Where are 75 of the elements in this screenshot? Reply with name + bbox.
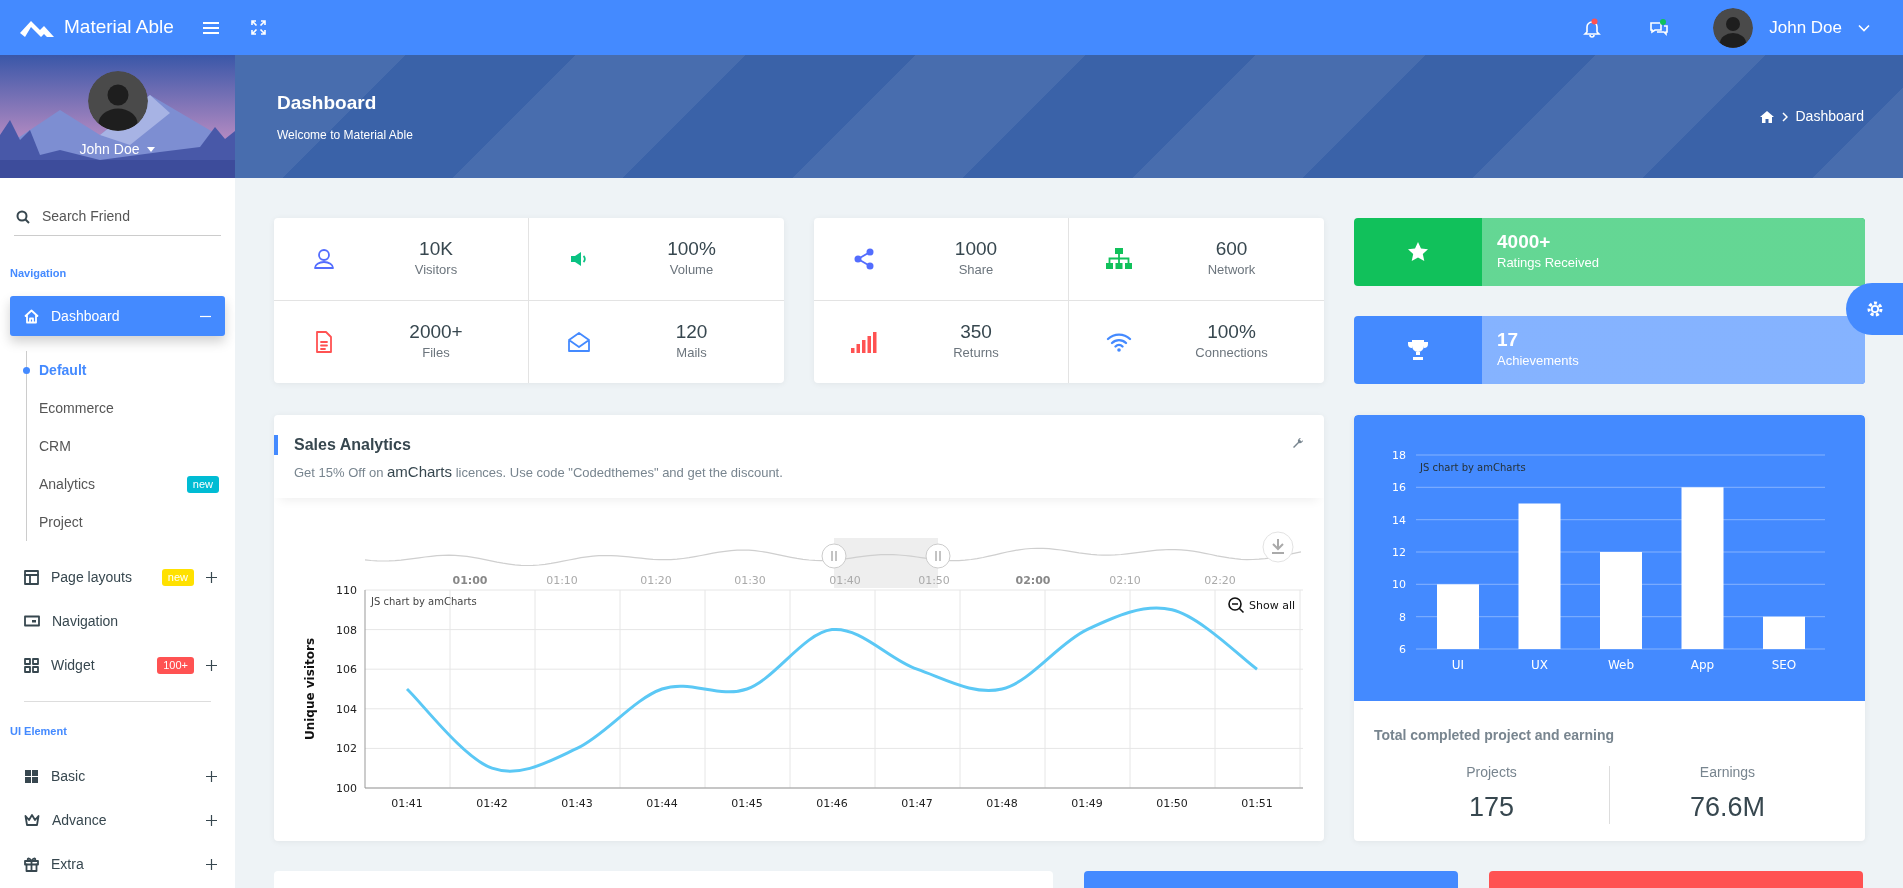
axis-label: 110 [336,583,357,597]
navigator-label: 01:30 [734,573,766,587]
stat-label: Returns [952,344,1000,363]
axis-label: 104 [336,702,357,716]
axis-label: 01:44 [646,796,678,810]
axis-label: 01:50 [1156,796,1188,810]
stat-label: Share [957,261,995,280]
badge: new [186,475,219,493]
axis-label: App [1690,658,1715,672]
section-label: UI Element [9,724,68,739]
axis-label: 01:51 [1241,796,1273,810]
axis-title: Unique visitors [303,637,317,740]
navigator-label: 01:00 [452,573,488,587]
axis-label: 16 [1392,481,1406,495]
metric-label: Earnings [1698,763,1757,782]
stat-label: Network [1206,261,1257,280]
section-label: Navigation [9,266,68,281]
navigator-label: 01:20 [640,573,672,587]
stat-value: 10K [418,237,454,261]
axis-label: 102 [336,741,357,755]
navigator-label: 01:40 [829,573,861,587]
stat-value: 1000 [953,237,999,261]
navigator-label: 01:50 [918,573,950,587]
axis-label: 18 [1392,449,1406,462]
stat-value: 350 [959,320,993,344]
stat-label: Mails [675,344,708,363]
metric-value: 76.6M [1688,791,1766,824]
axis-label: UX [1531,658,1548,672]
axis-label: 106 [336,662,357,676]
brand-name: Material Able [64,15,174,40]
stat-label: Files [421,344,451,363]
axis-label: 01:49 [1071,796,1103,810]
axis-label: 100 [336,781,357,795]
page-subtitle: Welcome to Material Able [277,126,413,144]
axis-label: 12 [1392,546,1406,559]
page-title: Dashboard [277,91,378,116]
axis-label: 01:42 [476,796,508,810]
highlight-label: Achievements [1497,351,1580,370]
stat-label: Connections [1194,344,1269,363]
badge: new [161,568,194,586]
navigator-label: 02:10 [1109,573,1141,587]
highlight-value: 4000+ [1497,231,1552,253]
stat-value: 600 [1214,237,1249,261]
axis-label: 8 [1399,610,1406,624]
stat-value: 120 [674,320,709,344]
axis-label: UI [1451,658,1465,672]
navigator-label: 01:10 [546,573,578,587]
navigator-label: 02:20 [1204,573,1236,587]
card-note: Get 15% Off on amCharts licences. Use code "Codedthemes" and get the discount. [293,462,784,482]
axis-label: 01:45 [731,796,763,810]
stat-label: Volume [668,261,715,280]
axis-label: 01:48 [986,796,1018,810]
axis-label: Web [1607,658,1635,672]
metric-value: 175 [1467,791,1516,824]
stat-value: 2000+ [408,320,464,344]
axis-label: 01:43 [561,796,593,810]
chart-credit: JS chart by amCharts [371,595,477,607]
axis-label: SEO [1771,658,1797,672]
chart-credit: JS chart by amCharts [1420,462,1526,473]
axis-label: 01:47 [901,796,933,810]
summary-title: Total completed project and earning [1374,726,1616,745]
navigator-label: 02:00 [1015,573,1051,587]
badge: 100+ [157,656,194,674]
highlight-label: Ratings Received [1497,253,1600,272]
stat-label: Visitors [413,261,459,280]
axis-label: 01:41 [391,796,423,810]
axis-label: 10 [1392,578,1406,592]
stat-value: 100% [1206,320,1257,344]
metric-label: Projects [1465,763,1518,782]
stat-value: 100% [666,237,717,261]
axis-label: 6 [1399,643,1406,656]
highlight-value: 17 [1497,329,1520,351]
axis-label: 14 [1392,513,1406,527]
axis-label: 108 [336,623,357,637]
axis-label: 01:46 [816,796,848,810]
